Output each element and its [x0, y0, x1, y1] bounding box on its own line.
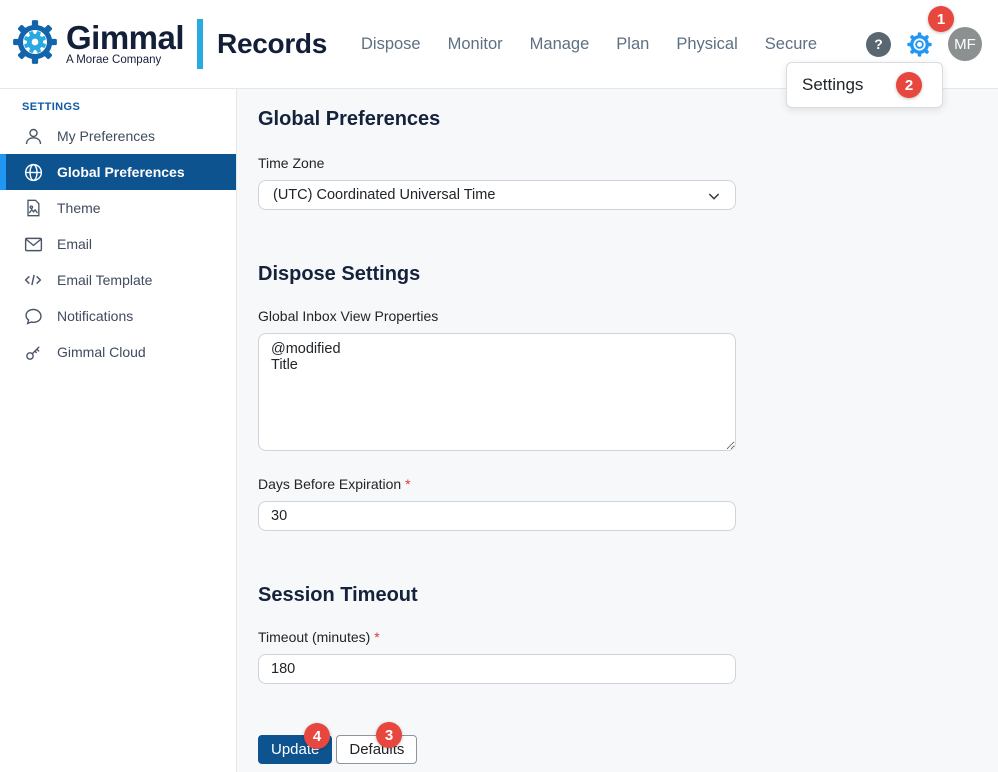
dispose-settings-title: Dispose Settings	[258, 263, 998, 286]
annotation-badge-2: 2	[896, 72, 922, 98]
avatar[interactable]: MF	[948, 27, 982, 61]
nav-secure[interactable]: Secure	[765, 35, 817, 54]
envelope-icon	[22, 233, 44, 255]
page-title: Global Preferences	[258, 108, 998, 131]
settings-sidebar: SETTINGS My Preferences Global Preferenc…	[0, 89, 237, 772]
brand-divider	[197, 19, 203, 69]
brand-name: Gimmal	[66, 21, 184, 54]
image-file-icon	[22, 197, 44, 219]
person-icon	[22, 125, 44, 147]
code-icon	[22, 269, 44, 291]
days-before-expiration-input[interactable]	[258, 501, 736, 531]
inbox-view-label: Global Inbox View Properties	[258, 308, 998, 324]
help-icon[interactable]: ?	[866, 32, 891, 57]
brand-logo: Gimmal A Morae Company Records	[10, 17, 361, 72]
chevron-down-icon	[706, 188, 722, 208]
main-nav: Dispose Monitor Manage Plan Physical Sec…	[361, 35, 817, 54]
globe-icon	[22, 161, 44, 183]
inbox-view-textarea[interactable]: @modified Title	[258, 333, 736, 451]
sidebar-item-gimmal-cloud[interactable]: Gimmal Cloud	[0, 334, 236, 370]
sidebar-item-label: Email Template	[57, 272, 152, 288]
time-zone-label: Time Zone	[258, 155, 998, 171]
annotation-badge-1: 1	[928, 6, 954, 32]
time-zone-value: (UTC) Coordinated Universal Time	[273, 187, 495, 203]
gimmal-gear-logo-icon	[10, 17, 60, 72]
sidebar-item-global-preferences[interactable]: Global Preferences	[0, 154, 236, 190]
product-name: Records	[217, 28, 327, 60]
sidebar-item-email-template[interactable]: Email Template	[0, 262, 236, 298]
header-actions: ? MF	[866, 27, 982, 61]
timeout-minutes-input[interactable]	[258, 654, 736, 684]
gear-icon[interactable]	[906, 31, 933, 58]
sidebar-item-label: Theme	[57, 200, 101, 216]
required-asterisk: *	[374, 629, 379, 645]
settings-menu-item[interactable]: Settings 2	[786, 62, 943, 108]
sidebar-item-label: My Preferences	[57, 128, 155, 144]
chat-bubble-icon	[22, 305, 44, 327]
key-icon	[22, 341, 44, 363]
nav-physical[interactable]: Physical	[676, 35, 737, 54]
required-asterisk: *	[405, 476, 410, 492]
sidebar-item-email[interactable]: Email	[0, 226, 236, 262]
main-content: Global Preferences Time Zone (UTC) Coord…	[237, 89, 998, 772]
time-zone-select[interactable]: (UTC) Coordinated Universal Time	[258, 180, 736, 210]
form-actions: Update Defaults 4 3	[258, 735, 736, 764]
days-before-expiration-label: Days Before Expiration *	[258, 476, 998, 492]
annotation-badge-4: 4	[304, 723, 330, 749]
settings-menu-label: Settings	[802, 75, 863, 95]
brand-tagline: A Morae Company	[66, 55, 184, 67]
nav-monitor[interactable]: Monitor	[448, 35, 503, 54]
sidebar-item-label: Global Preferences	[57, 164, 185, 180]
sidebar-item-my-preferences[interactable]: My Preferences	[0, 118, 236, 154]
nav-manage[interactable]: Manage	[530, 35, 590, 54]
annotation-badge-3: 3	[376, 722, 402, 748]
sidebar-item-label: Email	[57, 236, 92, 252]
sidebar-item-label: Gimmal Cloud	[57, 344, 146, 360]
sidebar-item-label: Notifications	[57, 308, 133, 324]
nav-plan[interactable]: Plan	[616, 35, 649, 54]
sidebar-item-theme[interactable]: Theme	[0, 190, 236, 226]
nav-dispose[interactable]: Dispose	[361, 35, 421, 54]
sidebar-title: SETTINGS	[22, 101, 236, 113]
timeout-minutes-label: Timeout (minutes) *	[258, 629, 998, 645]
session-timeout-title: Session Timeout	[258, 584, 998, 607]
sidebar-item-notifications[interactable]: Notifications	[0, 298, 236, 334]
